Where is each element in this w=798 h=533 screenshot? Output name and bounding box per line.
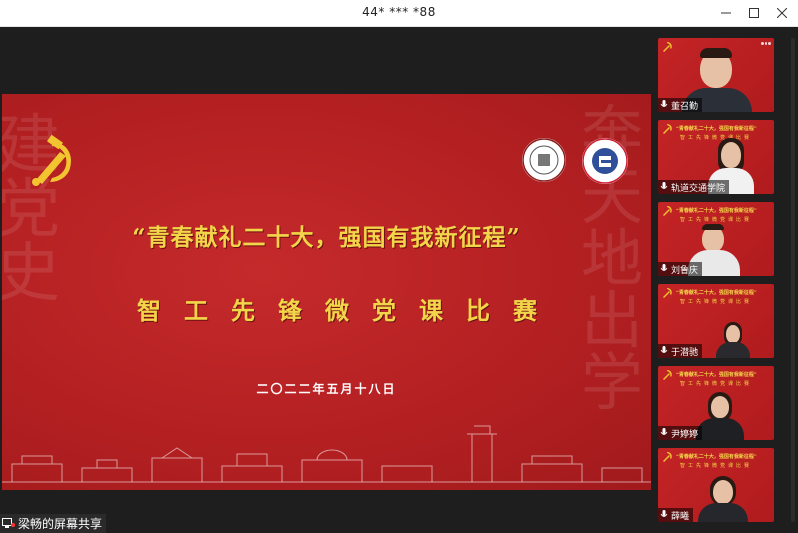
slide-title-line2: 智工先锋微党课比赛 [137, 296, 560, 325]
participant-scrollbar[interactable] [791, 38, 795, 522]
microphone-icon [660, 264, 668, 271]
tile-options-icon [761, 42, 772, 48]
party-emblem-icon [663, 206, 672, 216]
maximize-icon [749, 8, 759, 18]
participant-body [696, 418, 744, 440]
participant-namebar: 轨道交通学院 [658, 180, 730, 194]
participant-namebar: 刘鲁庆 [658, 262, 703, 276]
college-logo-icon [582, 138, 628, 184]
participant-namebar: 薛曦 [658, 508, 694, 522]
slide-title-line1: “青春献礼二十大，强国有我新征程” [132, 224, 521, 251]
participant-panel: 董召勤 “青春献礼二十大，强国有我新征程” 智工先锋微党课比赛 轨道交通学院 “… [653, 27, 798, 533]
participant-face [726, 325, 740, 343]
participant-name: 薛曦 [671, 511, 690, 522]
window-titlebar: 44* *** *88 [0, 0, 798, 27]
participant-name: 尹婷婷 [671, 429, 699, 440]
tile-slide-subtext: 智工先锋微党课比赛 [680, 463, 753, 469]
party-emblem-icon [663, 124, 672, 134]
participant-face [711, 396, 729, 418]
minimize-button[interactable] [712, 0, 740, 26]
close-button[interactable] [768, 0, 796, 26]
university-seal-icon [522, 138, 566, 182]
participant-namebar: 于潜驰 [658, 344, 703, 358]
microphone-icon [660, 182, 668, 189]
participant-face [721, 142, 741, 168]
maximize-button[interactable] [740, 0, 768, 26]
tile-slide-text: “青春献礼二十大，强国有我新征程” [676, 454, 757, 460]
campus-skyline-decoration [2, 425, 651, 483]
participant-name: 刘鲁庆 [671, 265, 699, 276]
party-emblem-icon [32, 134, 72, 186]
close-icon [777, 8, 787, 18]
window-title: 44* *** *88 [362, 5, 436, 19]
participant-namebar: 尹婷婷 [658, 426, 703, 440]
participant-body [716, 342, 750, 358]
participant-tile[interactable]: “青春献礼二十大，强国有我新征程” 智工先锋微党课比赛 轨道交通学院 [658, 120, 774, 194]
microphone-icon [660, 100, 668, 107]
tile-slide-text: “青春献礼二十大，强国有我新征程” [676, 208, 757, 214]
presentation-slide: 建党史 奔天地出学 “青春献礼二十大，强国有我新征程” 智工先锋微党课比赛 二〇… [2, 94, 651, 490]
screen-share-indicator[interactable]: 梁畅的屏幕共享 [0, 514, 107, 533]
microphone-icon [660, 346, 668, 353]
party-emblem-icon [663, 42, 672, 52]
participant-tile[interactable]: 董召勤 [658, 38, 774, 112]
participant-tile[interactable]: “青春献礼二十大，强国有我新征程” 智工先锋微党课比赛 尹婷婷 [658, 366, 774, 440]
participant-namebar: 董召勤 [658, 98, 703, 112]
party-emblem-icon [663, 288, 672, 298]
tile-slide-subtext: 智工先锋微党课比赛 [680, 299, 753, 305]
screen-share-icon [2, 518, 15, 528]
participant-body [698, 503, 748, 522]
participant-tile[interactable]: “青春献礼二十大，强国有我新征程” 智工先锋微党课比赛 于潜驰 [658, 284, 774, 358]
party-emblem-icon [663, 452, 672, 462]
tile-slide-text: “青春献礼二十大，强国有我新征程” [676, 290, 757, 296]
slide-date: 二〇二二年五月十八日 [256, 382, 397, 396]
microphone-icon [660, 428, 668, 435]
participant-name: 于潜驰 [671, 347, 699, 358]
participant-tile[interactable]: “青春献礼二十大，强国有我新征程” 智工先锋微党课比赛 刘鲁庆 [658, 202, 774, 276]
tile-slide-text: “青春献礼二十大，强国有我新征程” [676, 372, 757, 378]
shared-screen-area: 建党史 奔天地出学 “青春献礼二十大，强国有我新征程” 智工先锋微党课比赛 二〇… [0, 27, 653, 533]
tile-slide-text: “青春献礼二十大，强国有我新征程” [676, 126, 757, 132]
tile-slide-subtext: 智工先锋微党课比赛 [680, 217, 753, 223]
participant-name: 轨道交通学院 [671, 183, 726, 194]
participant-hair [702, 224, 724, 230]
tile-slide-subtext: 智工先锋微党课比赛 [680, 381, 753, 387]
participant-name: 董召勤 [671, 101, 699, 112]
tile-slide-subtext: 智工先锋微党课比赛 [680, 135, 753, 141]
minimize-icon [721, 12, 731, 14]
screen-share-label: 梁畅的屏幕共享 [18, 517, 103, 531]
participant-face [713, 480, 733, 504]
party-emblem-icon [663, 370, 672, 380]
microphone-icon [660, 510, 668, 517]
participant-hair [700, 48, 732, 58]
participant-tile[interactable]: “青春献礼二十大，强国有我新征程” 智工先锋微党课比赛 薛曦 [658, 448, 774, 522]
